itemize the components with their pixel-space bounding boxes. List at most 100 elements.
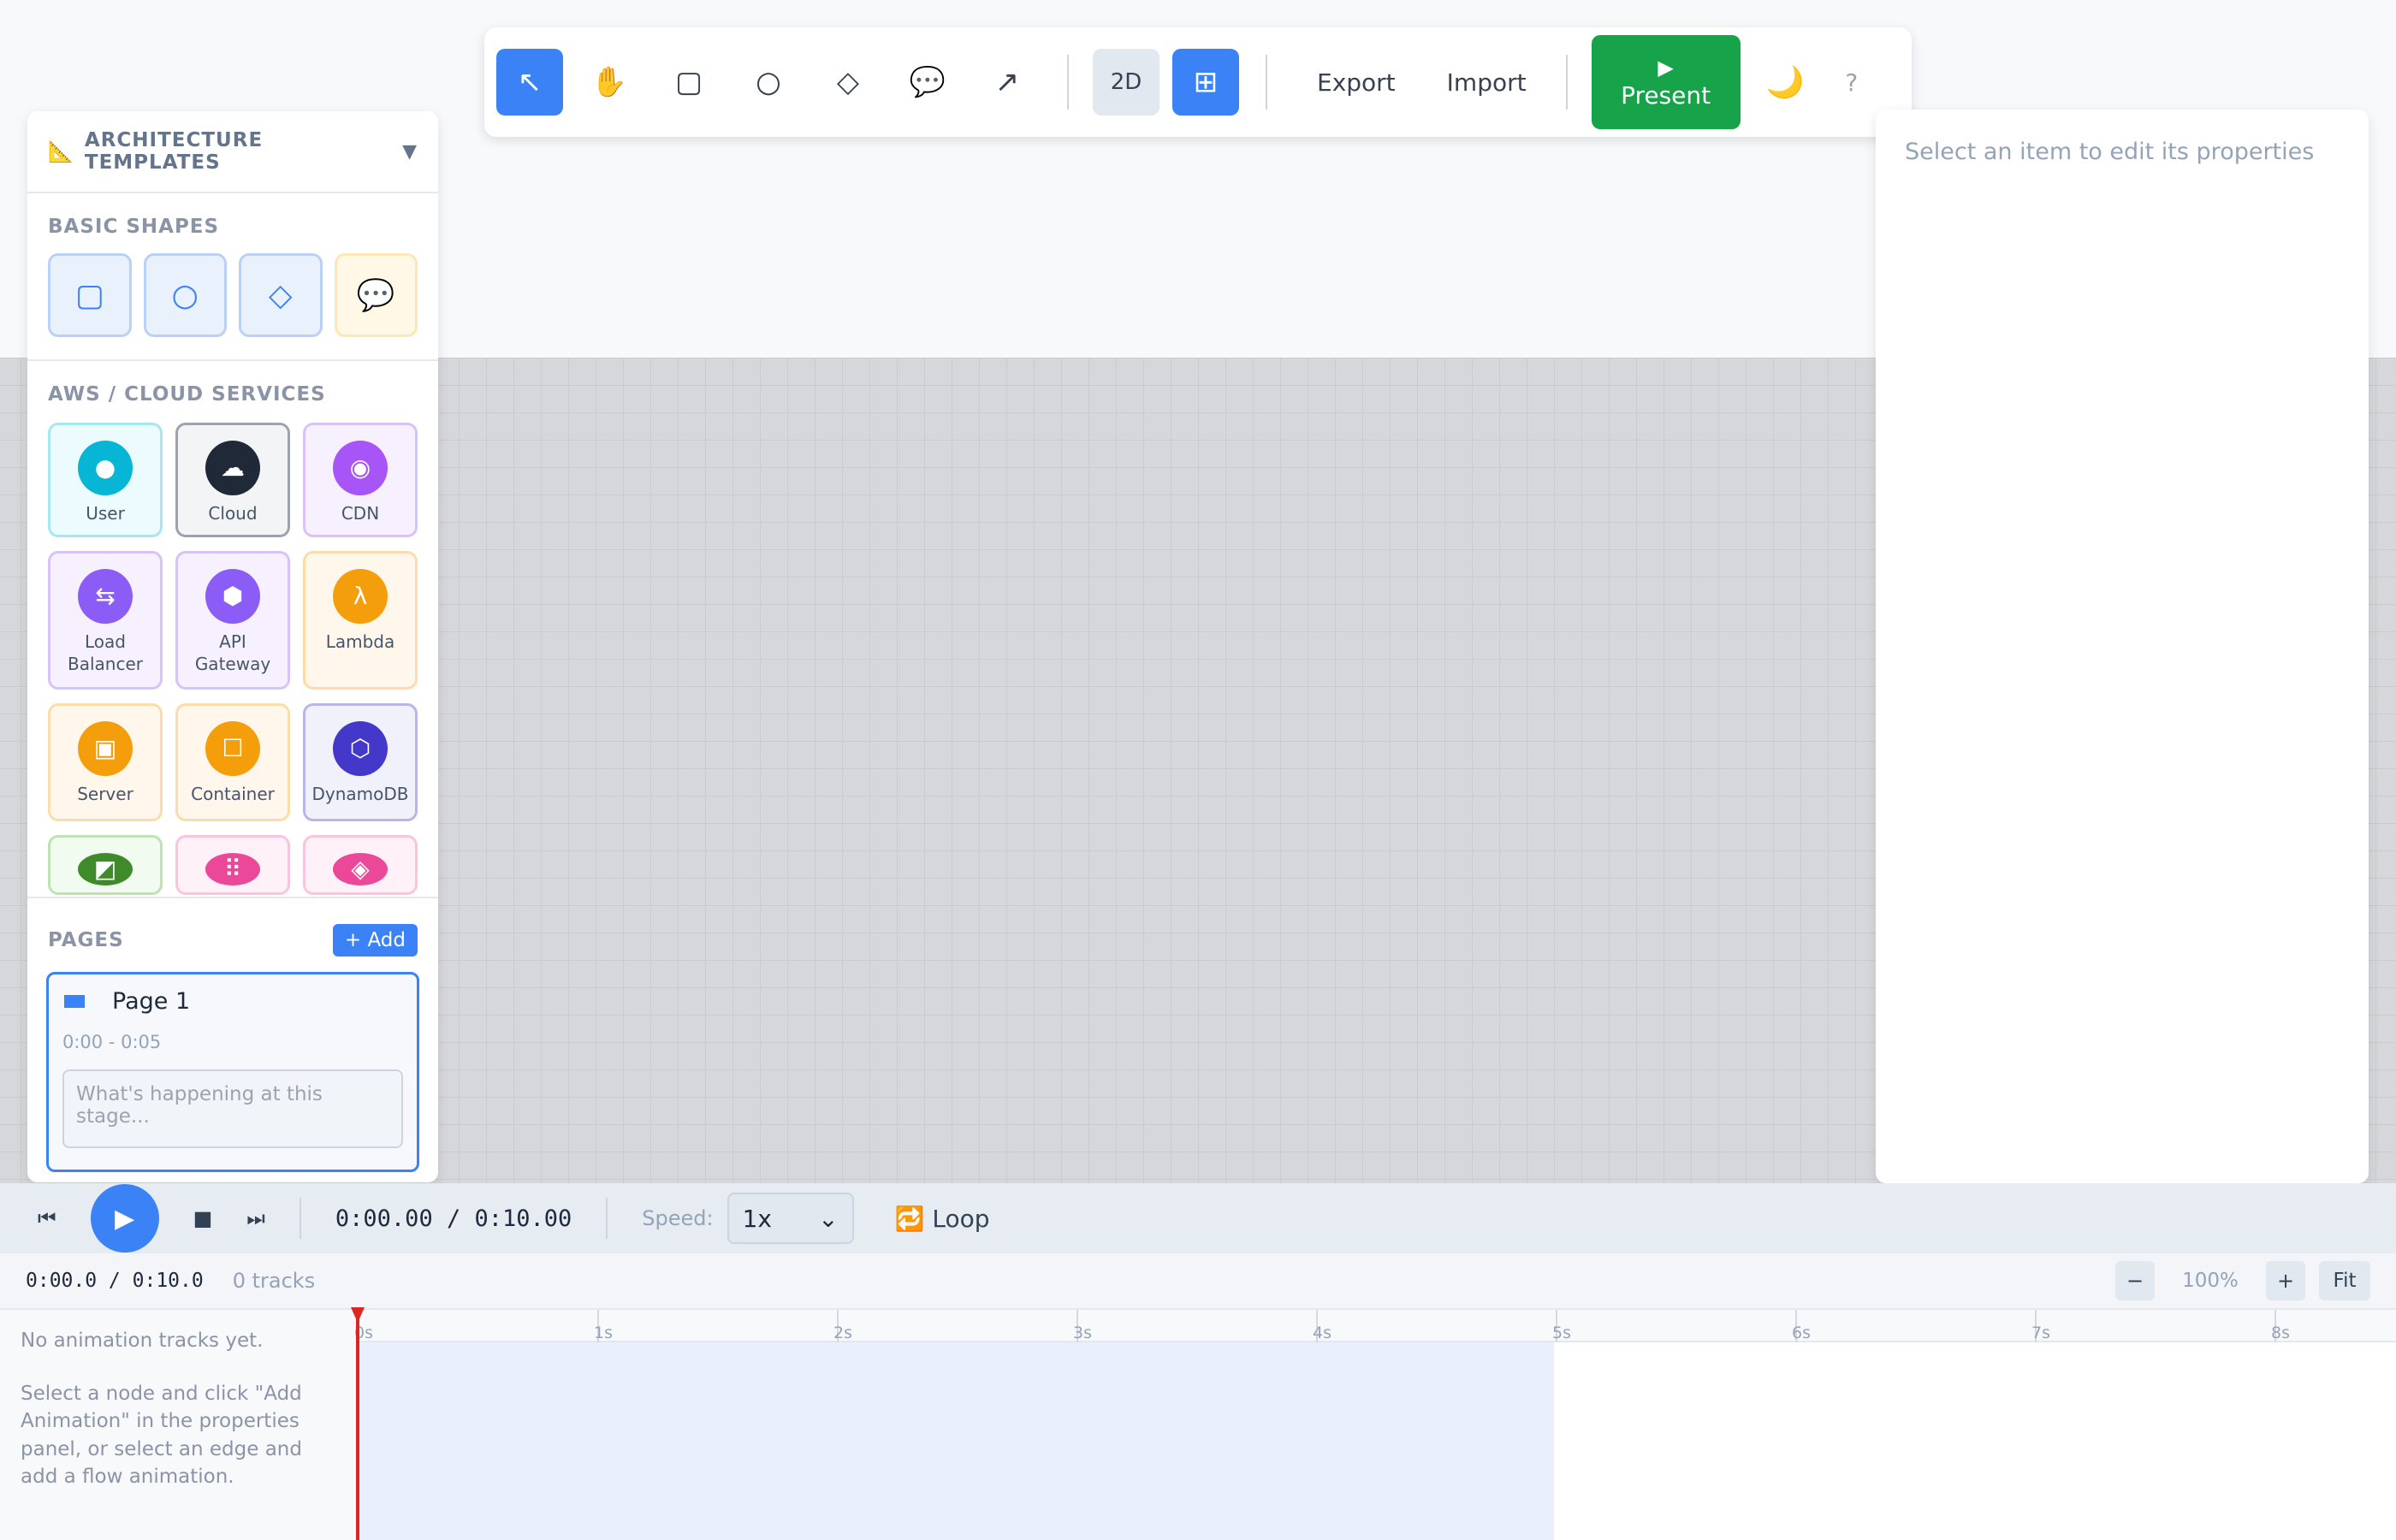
skip-to-end-icon[interactable]: ⏭ [246,1206,265,1230]
transport-divider [299,1198,301,1239]
architecture-templates-dropdown[interactable]: 📐 ARCHITECTURE TEMPLATES ▼ [27,111,438,193]
zoom-in-button[interactable]: + [2266,1261,2305,1300]
play-icon: ▶ [115,1203,135,1234]
page-time-range-highlight [358,1342,1554,1540]
time-ruler[interactable]: 0s 1s 2s 3s 4s 5s 6s 7s 8s [354,1310,2396,1342]
service-label: CDN [341,503,380,524]
service-label: Lambda [325,631,395,652]
circle-tool-button[interactable]: ○ [735,49,802,116]
timeline-empty-message: No animation tracks yet. Select a node a… [0,1310,358,1540]
service-tile[interactable]: ⬡ DynamoDB [303,703,418,821]
service-icon: λ [333,569,388,624]
service-tile[interactable]: ⠿ [175,835,290,895]
comment-tool-button[interactable]: 💬 [894,49,961,116]
pan-tool-button[interactable]: ✋ [576,49,643,116]
left-sidebar: 📐 ARCHITECTURE TEMPLATES ▼ BASIC SHAPES … [27,111,438,1182]
properties-empty-text: Select an item to edit its properties [1905,139,2315,165]
time-tick-label: 7s [2031,1324,2050,1342]
chevron-down-icon: ⌄ [818,1204,839,1233]
playback-timecode: 0:00.00 / 0:10.00 [335,1205,572,1232]
playhead[interactable] [356,1309,359,1540]
select-tool-button[interactable]: ↖ [496,49,563,116]
toolbar-divider [1266,55,1267,110]
playhead-handle[interactable] [351,1307,365,1323]
diamond-shape-tile[interactable]: ◇ [239,253,323,337]
present-button[interactable]: ▶ Present [1591,35,1741,129]
arrow-icon: ↗ [994,65,1020,99]
diamond-tool-button[interactable]: ◇ [815,49,881,116]
service-tile[interactable]: ⇆ Load Balancer [48,551,163,690]
service-icon: ◉ [333,441,388,495]
rectangle-icon: ▢ [674,65,703,99]
speed-select[interactable]: 1x ⌄ [727,1193,854,1244]
fit-button[interactable]: Fit [2319,1261,2370,1300]
service-tile[interactable]: ◈ [303,835,418,895]
track-count: 0 tracks [232,1269,316,1293]
export-button[interactable]: Export [1291,68,1421,97]
grid-icon: ⊞ [1193,65,1219,99]
cloud-services-section: AWS / CLOUD SERVICES ● User ☁ Cloud ◉ CDN ⇆ Loa… [27,361,438,898]
time-tick: 2s [833,1310,852,1342]
toolbar-divider [1565,55,1568,110]
circle-icon: ○ [171,277,199,313]
templates-label: ARCHITECTURE TEMPLATES [84,129,264,174]
service-tile[interactable]: ◩ [48,835,163,895]
service-icon: ● [78,441,133,495]
service-label: Load Balancer [68,631,143,674]
time-tick-label: 1s [594,1324,613,1342]
page-card[interactable]: Page 1 0:00 - 0:05 What's happening at t… [46,972,419,1172]
help-button[interactable]: ? [1845,68,1858,97]
service-label: API Gateway [194,631,271,674]
chevron-down-icon: ▼ [402,140,418,163]
grid-toggle-button[interactable]: ⊞ [1172,49,1239,116]
stop-icon[interactable]: ■ [193,1206,213,1230]
service-label: User [86,503,125,524]
hand-icon: ✋ [590,65,628,99]
basic-shapes-section: BASIC SHAPES ▢ ○ ◇ 💬 [27,193,438,361]
diamond-icon: ◇ [836,65,860,99]
service-tile[interactable]: ☐ Container [175,703,290,821]
service-tile[interactable]: ⬢ API Gateway [175,551,290,690]
speed-value: 1x [742,1204,772,1233]
theme-toggle-moon-icon[interactable]: 🌙 [1766,64,1805,100]
view-mode-button[interactable]: 2D [1093,49,1159,116]
arrow-tool-button[interactable]: ↗ [974,49,1041,116]
page-description-field[interactable]: What's happening at this stage... [62,1069,403,1148]
main-toolbar: ↖ ✋ ▢ ○ ◇ 💬 ↗ 2D ⊞ Export Import ▶ Prese… [484,27,1912,137]
service-label: DynamoDB [311,784,409,804]
time-tick: 5s [1552,1310,1571,1342]
pages-section: PAGES + Add Page 1 0:00 - 0:05 What's ha… [27,898,438,1172]
service-tile-grid: ● User ☁ Cloud ◉ CDN ⇆ Load Balancer ⬢ API Gatewa… [27,406,438,895]
cloud-services-heading: AWS / CLOUD SERVICES [48,383,326,406]
time-tick-label: 4s [1313,1324,1331,1342]
ruler-icon: 📐 [48,139,74,163]
service-tile[interactable]: λ Lambda [303,551,418,690]
empty-tracks-help: Select a node and click "Add Animation" … [21,1383,302,1488]
time-tick-label: 2s [833,1324,852,1342]
pages-heading: PAGES [48,929,124,951]
transport-divider [606,1198,608,1239]
comment-shape-tile[interactable]: 💬 [334,253,418,337]
time-tick: 7s [2031,1310,2050,1342]
service-icon: ☁ [205,441,260,495]
rectangle-tool-button[interactable]: ▢ [655,49,722,116]
time-tick: 3s [1073,1310,1092,1342]
service-tile[interactable]: ☁ Cloud [175,423,290,537]
zoom-out-button[interactable]: − [2115,1261,2155,1300]
import-button[interactable]: Import [1421,68,1552,97]
timeline-timecode: 0:00.0 / 0:10.0 [26,1270,204,1292]
rectangle-shape-tile[interactable]: ▢ [48,253,132,337]
loop-toggle[interactable]: 🔁 Loop [895,1205,990,1233]
service-tile[interactable]: ◉ CDN [303,423,418,537]
service-tile[interactable]: ● User [48,423,163,537]
service-icon: ◩ [78,853,133,886]
service-icon: ⠿ [205,853,260,886]
service-tile[interactable]: ▣ Server [48,703,163,821]
skip-to-start-icon[interactable]: ⏮ [38,1206,56,1230]
service-icon: ☐ [205,721,260,776]
speech-bubble-icon: 💬 [356,278,395,313]
timeline-zoom-controls: − 100% + Fit [2115,1261,2370,1300]
circle-shape-tile[interactable]: ○ [143,253,227,337]
play-button[interactable]: ▶ [90,1184,159,1253]
add-page-button[interactable]: + Add [332,924,418,957]
